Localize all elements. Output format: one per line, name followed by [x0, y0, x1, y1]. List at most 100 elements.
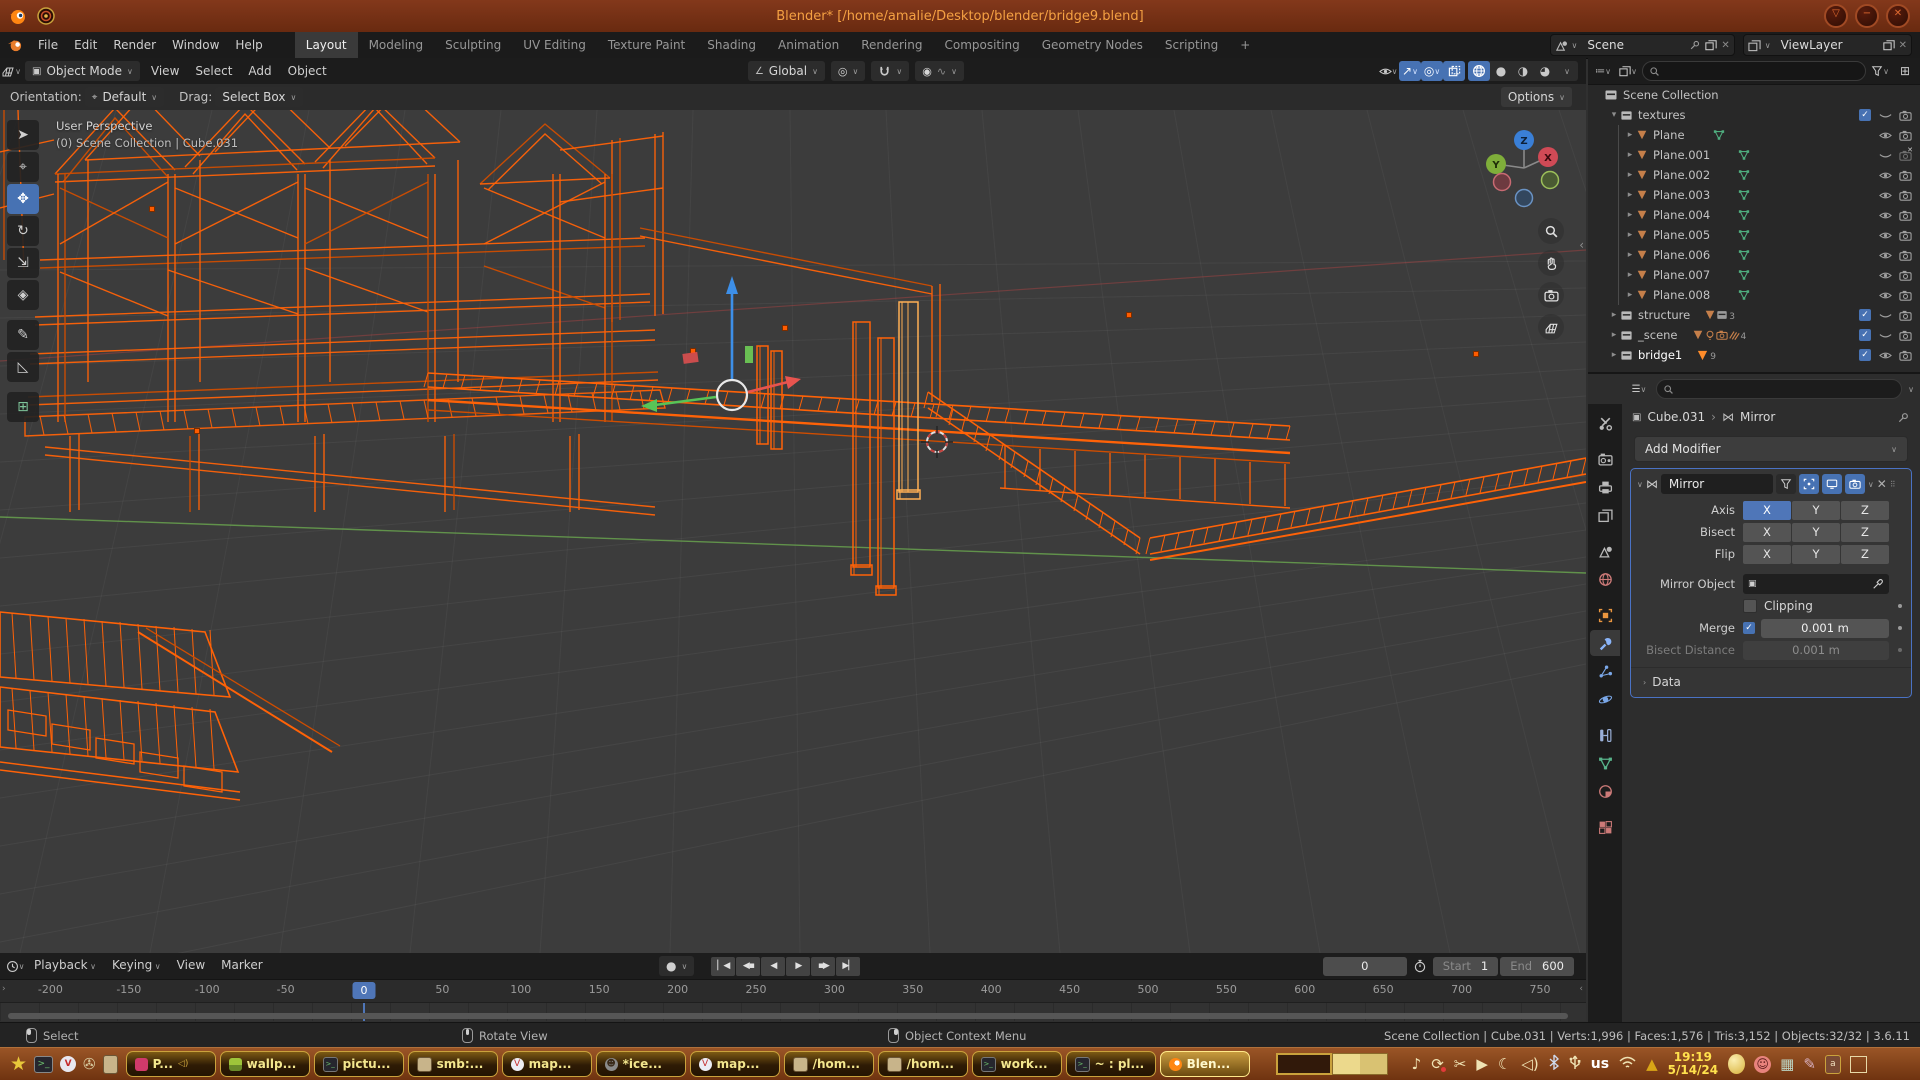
- shading-material-button[interactable]: ◑: [1512, 61, 1534, 81]
- disable-render-toggle[interactable]: [1898, 208, 1912, 222]
- outliner-row-bridge1[interactable]: ▸bridge19✓: [1588, 345, 1920, 365]
- outliner-row-plane-002[interactable]: ▸Plane.002: [1588, 165, 1920, 185]
- hide-viewport-toggle[interactable]: [1878, 348, 1892, 362]
- bluetooth-icon[interactable]: [1549, 1054, 1559, 1074]
- tab-animation[interactable]: Animation: [767, 32, 850, 58]
- editor-type-button[interactable]: ∨: [0, 61, 22, 81]
- shading-solid-button[interactable]: ●: [1490, 61, 1512, 81]
- disable-render-toggle[interactable]: [1898, 348, 1912, 362]
- unlink-icon[interactable]: ✕: [1721, 40, 1729, 51]
- viewport-canvas[interactable]: User Perspective (0) Scene Collection | …: [0, 110, 1586, 953]
- display-mode-dropdown[interactable]: ∨: [1617, 61, 1639, 81]
- properties-tab-object[interactable]: [1590, 602, 1620, 628]
- media-player-launcher-icon[interactable]: V: [60, 1056, 76, 1072]
- desktop-icon[interactable]: [1850, 1056, 1867, 1073]
- wifi-icon[interactable]: [1619, 1055, 1636, 1073]
- properties-tab-output[interactable]: [1590, 474, 1620, 500]
- menu-file[interactable]: File: [30, 32, 66, 58]
- mode-dropdown[interactable]: ▣ Object Mode∨: [25, 61, 140, 81]
- task-button-hom[interactable]: /hom...: [784, 1051, 874, 1077]
- outliner-row-plane-004[interactable]: ▸Plane.004: [1588, 205, 1920, 225]
- proportional-edit-toggle[interactable]: ◉∿∨: [915, 61, 964, 81]
- close-button[interactable]: ✕: [1886, 4, 1910, 28]
- viewport-menu-select[interactable]: Select: [187, 58, 240, 84]
- tab-sculpting[interactable]: Sculpting: [434, 32, 512, 58]
- timeline-menu-keying[interactable]: Keying ∨: [104, 952, 169, 980]
- disable-render-toggle[interactable]: [1898, 288, 1912, 302]
- shade-button[interactable]: ▽: [1824, 4, 1848, 28]
- tool-scale[interactable]: ⇲: [7, 248, 39, 278]
- flip-z-button[interactable]: Z: [1841, 545, 1889, 564]
- bisect-distance-field[interactable]: 0.001 m: [1743, 641, 1889, 660]
- properties-tab-particles[interactable]: [1590, 658, 1620, 684]
- remove-icon[interactable]: ✕: [1899, 40, 1907, 51]
- hide-viewport-toggle[interactable]: [1878, 128, 1892, 142]
- tool-transform[interactable]: ◈: [7, 280, 39, 310]
- expand-caret[interactable]: ▸: [1608, 350, 1620, 360]
- hide-viewport-toggle[interactable]: [1878, 288, 1892, 302]
- expand-caret[interactable]: ▸: [1624, 150, 1636, 160]
- overlays-toggle[interactable]: ◎∨: [1421, 61, 1443, 81]
- play-button[interactable]: ▶: [786, 957, 810, 976]
- modifier-name-field[interactable]: Mirror: [1661, 474, 1773, 494]
- new-collection-button[interactable]: ⊞: [1894, 61, 1916, 81]
- expand-caret[interactable]: ▸: [1624, 250, 1636, 260]
- axis-navigation-gizmo[interactable]: Z Y X: [1478, 124, 1570, 212]
- paint-icon[interactable]: ✎: [1803, 1055, 1816, 1073]
- expand-caret[interactable]: ▸: [1624, 170, 1636, 180]
- hide-viewport-toggle[interactable]: [1878, 248, 1892, 262]
- minimize-button[interactable]: −: [1855, 4, 1879, 28]
- tab-rendering[interactable]: Rendering: [850, 32, 933, 58]
- xray-toggle[interactable]: [1443, 61, 1465, 81]
- egg-timer-icon[interactable]: [1728, 1054, 1745, 1074]
- properties-tab-material[interactable]: [1590, 778, 1620, 804]
- outliner-row-textures[interactable]: ▾textures✓: [1588, 105, 1920, 125]
- tab-layout[interactable]: Layout: [295, 32, 358, 58]
- properties-tab-object-data[interactable]: [1590, 750, 1620, 776]
- expand-caret[interactable]: ▸: [1608, 330, 1620, 340]
- outliner-row-plane-001[interactable]: ▸Plane.001✕: [1588, 145, 1920, 165]
- viewport-menu-add[interactable]: Add: [240, 58, 279, 84]
- disable-render-toggle[interactable]: [1898, 248, 1912, 262]
- hide-viewport-toggle[interactable]: [1878, 108, 1892, 122]
- expand-caret[interactable]: ▸: [1608, 310, 1620, 320]
- player-icon[interactable]: ▶: [1476, 1055, 1488, 1073]
- disable-render-toggle[interactable]: [1898, 188, 1912, 202]
- object-visibility-dropdown[interactable]: ∨: [1377, 61, 1399, 81]
- copy-icon[interactable]: [1883, 39, 1895, 51]
- expand-caret[interactable]: ▸: [1624, 270, 1636, 280]
- file-cabinet-launcher-icon[interactable]: [103, 1055, 118, 1074]
- sidebar-collapse-chevron[interactable]: ‹: [1579, 238, 1584, 252]
- task-button-ice[interactable]: ☻*ice...: [596, 1051, 686, 1077]
- data-subpanel[interactable]: ›Data: [1631, 668, 1911, 689]
- disable-render-toggle[interactable]: [1898, 328, 1912, 342]
- play-reverse-button[interactable]: ◀: [761, 957, 785, 976]
- viewport-menu-object[interactable]: Object: [280, 58, 335, 84]
- timeline-menu-playback[interactable]: Playback ∨: [26, 952, 104, 980]
- editor-type-button[interactable]: ☰∨: [1628, 379, 1650, 399]
- music-icon[interactable]: ♪: [1412, 1055, 1422, 1073]
- terminal-launcher-icon[interactable]: >_: [34, 1056, 53, 1073]
- properties-tab-constraints[interactable]: [1590, 722, 1620, 748]
- task-button-map[interactable]: Vmap...: [502, 1051, 592, 1077]
- merge-checkbox[interactable]: ✓: [1743, 622, 1755, 634]
- orientation-dropdown[interactable]: ∠Global∨: [748, 61, 825, 81]
- timeline-track[interactable]: [0, 1003, 1586, 1021]
- tab-geometry-nodes[interactable]: Geometry Nodes: [1031, 32, 1154, 58]
- show-render-toggle[interactable]: [1845, 474, 1865, 494]
- drag-handle[interactable]: ⠿: [1890, 480, 1897, 489]
- task-button-pl[interactable]: >_~ : pl...: [1066, 1051, 1156, 1077]
- task-button-work[interactable]: >_work...: [972, 1051, 1062, 1077]
- current-frame-field[interactable]: 0: [1323, 957, 1407, 976]
- snap-toggle[interactable]: ∨: [871, 61, 909, 81]
- properties-tab-scene[interactable]: [1590, 538, 1620, 564]
- pin-icon[interactable]: [1897, 411, 1910, 424]
- expand-caret[interactable]: ▾: [1608, 110, 1620, 120]
- eyedropper-icon[interactable]: [1872, 578, 1884, 590]
- expand-caret[interactable]: ▸: [1624, 290, 1636, 300]
- jump-to-start-button[interactable]: ▏◀: [711, 957, 735, 976]
- volume-icon[interactable]: ◁): [1521, 1055, 1538, 1073]
- breadcrumb-modifier[interactable]: Mirror: [1740, 410, 1775, 424]
- outliner-row-plane-007[interactable]: ▸Plane.007: [1588, 265, 1920, 285]
- hide-viewport-toggle[interactable]: [1878, 268, 1892, 282]
